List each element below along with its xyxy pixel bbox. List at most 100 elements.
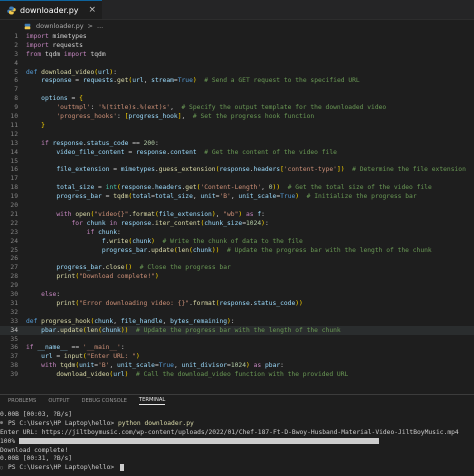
line-number: 13 [10, 139, 18, 147]
line-number: 14 [10, 148, 18, 156]
line-number: 30 [10, 291, 18, 299]
code-line[interactable]: 7 [0, 85, 474, 94]
breadcrumb-file[interactable]: downloader.py [36, 22, 84, 30]
tab-terminal[interactable]: TERMINAL [138, 397, 166, 405]
code-line[interactable]: 25 progress_bar.update(len(chunk)) # Upd… [0, 246, 474, 255]
code-text: download_video(url) # Call the download_… [56, 371, 349, 379]
code-text: def download_video(url): [26, 68, 118, 76]
line-number: 35 [10, 335, 18, 343]
bottom-panel: PROBLEMS OUTPUT DEBUG CONSOLE TERMINAL 0… [0, 394, 474, 476]
terminal-gutter-icon: ○ [0, 464, 4, 471]
code-line[interactable]: 5 def download_video(url): [0, 68, 474, 77]
code-line[interactable]: 15 [0, 157, 474, 166]
line-number: 8 [14, 95, 18, 103]
code-line[interactable]: 37 url = input("Enter URL: ") [0, 352, 474, 361]
code-line[interactable]: 12 [0, 130, 474, 139]
code-line[interactable]: 18 total_size = int(response.headers.get… [0, 183, 474, 192]
code-line[interactable]: 13 if response.status_code == 200: [0, 139, 474, 148]
code-line[interactable]: 14 video_file_content = response.content… [0, 148, 474, 157]
line-number: 37 [10, 353, 18, 361]
code-line[interactable]: 8 options = { [0, 94, 474, 103]
terminal-line: Download complete! [0, 446, 474, 455]
code-text: progress_bar.close() # Close the progres… [56, 264, 231, 272]
code-line[interactable]: 24 f.write(chunk) # Write the chunk of d… [0, 237, 474, 246]
code-text: response = requests.get(url, stream=True… [41, 77, 360, 85]
code-text: url = input("Enter URL: ") [41, 353, 140, 361]
terminal-prompt: PS C:\Users\HP Laptop\hello> [8, 464, 118, 472]
code-line[interactable]: 22 for chunk in response.iter_content(ch… [0, 219, 474, 228]
code-text: video_file_content = response.content # … [56, 148, 337, 156]
code-text: with open("video{}".format(file_extensio… [56, 210, 265, 218]
line-number: 23 [10, 228, 18, 236]
line-number: 33 [10, 317, 18, 325]
terminal-line: ○ PS C:\Users\HP Laptop\hello> [0, 463, 474, 472]
code-line[interactable]: 6 response = requests.get(url, stream=Tr… [0, 77, 474, 86]
code-line[interactable]: 29 [0, 281, 474, 290]
code-line[interactable]: 30 else: [0, 290, 474, 299]
code-line[interactable]: 11 } [0, 121, 474, 130]
tab-debug-console[interactable]: DEBUG CONSOLE [81, 398, 126, 404]
terminal-prompt: PS C:\Users\HP Laptop\hello> [8, 419, 118, 427]
line-number: 2 [14, 41, 18, 49]
code-line[interactable]: 28 print("Download complete!") [0, 272, 474, 281]
line-number: 12 [10, 130, 18, 138]
code-text: for chunk in response.iter_content(chunk… [71, 219, 269, 227]
code-line[interactable]: 19 progress_bar = tqdm(total=total_size,… [0, 192, 474, 201]
terminal[interactable]: 0.00B [00:03, ?B/s] ● PS C:\Users\HP Lapt… [0, 410, 474, 472]
code-text: print("Error downloading video: {}".form… [56, 299, 303, 307]
line-number: 18 [10, 184, 18, 192]
line-number: 20 [10, 202, 18, 210]
code-line[interactable]: 23 if chunk: [0, 228, 474, 237]
line-number: 4 [14, 59, 18, 67]
tab-downloader-py[interactable]: downloader.py × [0, 0, 103, 19]
line-number: 26 [10, 255, 18, 263]
code-line[interactable]: 16 file_extension = mimetypes.guess_exte… [0, 166, 474, 175]
code-line[interactable]: 38 with tqdm(unit='B', unit_scale=True, … [0, 361, 474, 370]
tab-problems[interactable]: PROBLEMS [8, 398, 36, 404]
code-line[interactable]: 9 'outtmpl': '%(title)s.%(ext)s', # Spec… [0, 103, 474, 112]
line-number: 10 [10, 113, 18, 121]
code-editor[interactable]: 1 import mimetypes 2 import requests 3 from t… [0, 32, 474, 382]
code-line[interactable]: 2 import requests [0, 41, 474, 50]
line-number: 28 [10, 273, 18, 281]
line-number: 1 [14, 32, 18, 40]
code-text: def progress_hook(chunk, file_handle, by… [26, 317, 235, 325]
code-line[interactable]: 31 print("Error downloading video: {}".f… [0, 299, 474, 308]
code-line[interactable]: 26 [0, 255, 474, 264]
terminal-text: 0.00B [00:31, ?B/s] [0, 455, 73, 463]
code-line[interactable]: 27 progress_bar.close() # Close the prog… [0, 263, 474, 272]
code-line[interactable]: 36 if __name__ == '__main__': [0, 344, 474, 353]
code-line[interactable]: 39 download_video(url) # Call the downlo… [0, 370, 474, 379]
line-number: 38 [10, 362, 18, 370]
line-number: 32 [10, 308, 18, 316]
code-line[interactable]: 10 'progress_hooks': [progress_hook], # … [0, 112, 474, 121]
terminal-gutter-icon: ● [0, 420, 4, 427]
code-line[interactable]: 33 def progress_hook(chunk, file_handle, … [0, 317, 474, 326]
code-line[interactable]: 3 from tqdm import tqdm [0, 50, 474, 59]
line-number: 25 [10, 246, 18, 254]
line-number: 15 [10, 157, 18, 165]
code-line[interactable]: 32 [0, 308, 474, 317]
progress-percent: 100% [0, 437, 16, 445]
terminal-line: Enter URL: https://jiltboymusic.com/wp-c… [0, 428, 474, 437]
breadcrumb-symbol[interactable]: ... [97, 22, 103, 30]
code-line[interactable]: 35 [0, 335, 474, 344]
code-line[interactable]: 17 [0, 174, 474, 183]
code-line[interactable]: 21 with open("video{}".format(file_exten… [0, 210, 474, 219]
line-number: 24 [10, 237, 18, 245]
tab-output[interactable]: OUTPUT [48, 398, 69, 404]
code-line[interactable]: 34 pbar.update(len(chunk)) # Update the … [0, 325, 474, 335]
code-text: progress_bar.update(len(chunk)) # Update… [101, 246, 432, 254]
code-line[interactable]: 20 [0, 201, 474, 210]
line-number: 36 [10, 344, 18, 352]
code-line[interactable]: 1 import mimetypes [0, 32, 474, 41]
terminal-text: Download complete! [0, 446, 69, 454]
terminal-line: 0.00B [00:03, ?B/s] [0, 410, 474, 419]
editor-tab-bar: downloader.py × [0, 0, 474, 20]
line-number: 3 [14, 50, 18, 58]
line-number: 9 [14, 104, 18, 112]
breadcrumb: downloader.py > ... [0, 20, 474, 32]
close-icon[interactable]: × [89, 5, 97, 15]
line-number: 19 [10, 193, 18, 201]
code-line[interactable]: 4 [0, 59, 474, 68]
